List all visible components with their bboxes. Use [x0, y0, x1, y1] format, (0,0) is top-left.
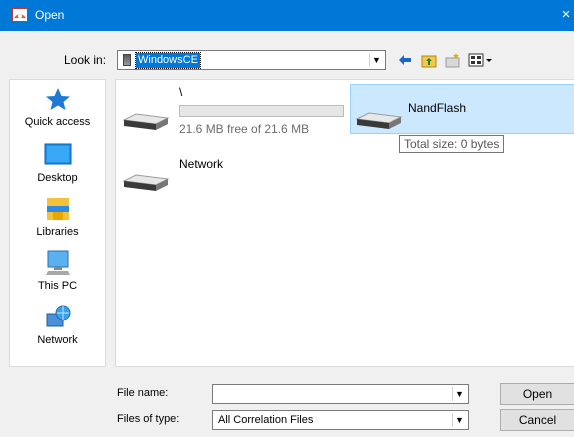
new-folder-icon[interactable]: [445, 51, 461, 69]
file-type-label: Files of type:: [117, 413, 180, 425]
desktop-icon: [44, 143, 72, 165]
drive-name: NandFlash: [408, 101, 467, 115]
file-name-label: File name:: [117, 387, 169, 399]
network-item[interactable]: Network: [122, 155, 348, 195]
place-label: Network: [37, 334, 78, 346]
chevron-down-icon[interactable]: ▼: [452, 413, 466, 427]
drive-free-space: 21.6 MB free of 21.6 MB: [179, 122, 310, 136]
drive-usage-bar: [179, 105, 344, 117]
drive-icon: [122, 113, 170, 130]
look-in-dropdown[interactable]: WindowsCE ▼: [117, 50, 386, 70]
file-name-input[interactable]: ▼: [212, 384, 469, 404]
place-label: Desktop: [37, 172, 78, 184]
look-in-value: WindowsCE: [135, 52, 201, 69]
back-arrow-icon[interactable]: [397, 51, 413, 69]
place-label: Libraries: [36, 226, 79, 238]
drive-icon: [122, 174, 170, 191]
view-menu-icon[interactable]: [467, 51, 495, 69]
file-list[interactable]: \ 21.6 MB free of 21.6 MB NandFlash Netw…: [115, 79, 574, 367]
this-pc-icon: [46, 250, 70, 275]
open-dialog: Open × Look in: WindowsCE ▼ Quick access…: [0, 0, 574, 437]
look-in-label: Look in:: [64, 53, 107, 67]
place-label: Quick access: [24, 116, 91, 128]
place-this-pc[interactable]: This PC: [10, 247, 105, 299]
quick-access-icon: [46, 88, 70, 110]
close-button[interactable]: ×: [558, 4, 574, 26]
app-icon: [12, 8, 28, 22]
libraries-icon: [47, 198, 69, 220]
title-bar[interactable]: Open ×: [0, 0, 574, 31]
chevron-down-icon[interactable]: ▼: [452, 387, 466, 401]
places-bar: Quick access Desktop Libraries This PC N…: [9, 79, 106, 367]
chevron-down-icon[interactable]: ▼: [369, 53, 383, 67]
drive-icon: [123, 54, 131, 66]
place-quick-access[interactable]: Quick access: [10, 83, 105, 135]
file-type-select[interactable]: All Correlation Files ▼: [212, 410, 469, 430]
place-network[interactable]: Network: [10, 301, 105, 353]
drive-item-root[interactable]: \ 21.6 MB free of 21.6 MB: [122, 83, 348, 139]
tooltip: Total size: 0 bytes: [399, 135, 505, 153]
drive-item-nandflash[interactable]: NandFlash: [350, 84, 574, 134]
drive-icon: [355, 112, 403, 129]
network-icon: [46, 305, 71, 327]
cancel-button[interactable]: Cancel: [500, 409, 574, 431]
network-name: Network: [179, 157, 224, 171]
place-desktop[interactable]: Desktop: [10, 139, 105, 191]
file-type-value: All Correlation Files: [218, 414, 314, 426]
open-button[interactable]: Open: [500, 383, 574, 405]
place-libraries[interactable]: Libraries: [10, 193, 105, 245]
drive-name: \: [179, 85, 183, 99]
up-folder-icon[interactable]: [421, 51, 437, 69]
dialog-title: Open: [35, 8, 65, 22]
place-label: This PC: [37, 280, 78, 292]
